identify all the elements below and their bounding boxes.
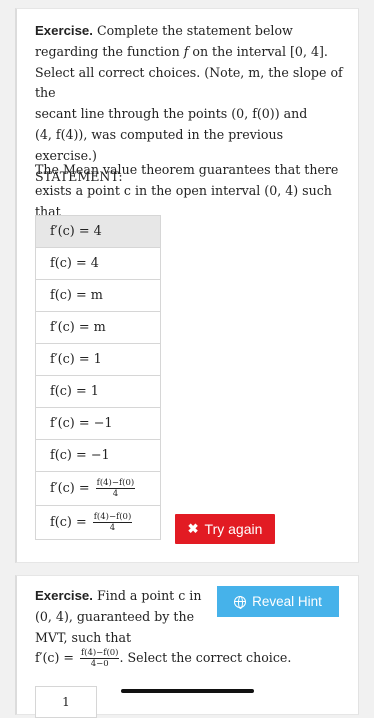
exercise-line: Find a point c in xyxy=(92,588,202,603)
reveal-hint-label: Reveal Hint xyxy=(252,594,322,609)
fraction-numerator: f(4)−f(0) xyxy=(95,477,136,489)
exercise-line: on the interval [0, 4]. xyxy=(188,43,328,59)
choice-lhs: f′(c) = xyxy=(50,481,90,496)
choice-option[interactable]: f′(c) = m xyxy=(35,312,161,344)
exercise-line: (0, 4), guaranteed by the xyxy=(35,608,195,624)
try-again-label: Try again xyxy=(204,521,263,537)
statement-line: The Mean value theorem guarantees that t… xyxy=(35,162,339,177)
statement-line: exists a point c in the open interval (0… xyxy=(35,182,332,219)
choice-list: f′(c) = 4 f(c) = 4 f(c) = m f′(c) = m f′… xyxy=(35,215,161,540)
fraction: f(4)−f(0) 4−0 xyxy=(79,647,120,670)
derivative-lhs: f′(c) = xyxy=(35,650,74,666)
home-indicator[interactable] xyxy=(121,689,254,693)
exercise-line: Select all correct choices. (Note, m, th… xyxy=(35,64,343,101)
fraction-denominator: 4 xyxy=(112,489,119,499)
choice-option-fraction[interactable]: f(c) = f(4)−f(0) 4 xyxy=(35,506,161,540)
fraction-denominator: 4−0 xyxy=(90,659,109,670)
choice-option[interactable]: f(c) = 1 xyxy=(35,376,161,408)
x-icon: ✖ xyxy=(187,521,199,536)
fraction-numerator: f(4)−f(0) xyxy=(79,647,120,660)
choice-lhs: f(c) = xyxy=(50,515,87,530)
exercise-line: (4, f(4)), was computed in the previous … xyxy=(35,126,284,163)
exercise-card-2: Exercise. Find a point c in (0, 4), guar… xyxy=(15,575,359,718)
exercise-label: Exercise. xyxy=(35,588,93,603)
choice-option[interactable]: f(c) = m xyxy=(35,280,161,312)
exercise-line: Complete the statement below xyxy=(92,23,293,38)
statement-text: The Mean value theorem guarantees that t… xyxy=(35,160,345,222)
choice-option[interactable]: f′(c) = −1 xyxy=(35,408,161,440)
fraction-numerator: f(4)−f(0) xyxy=(92,511,133,523)
answer-choice-partial[interactable]: 1 xyxy=(35,686,97,718)
reveal-hint-button[interactable]: Reveal Hint xyxy=(217,586,339,617)
choice-option[interactable]: f′(c) = 4 xyxy=(35,216,161,248)
exercise-line: . Select the correct choice. xyxy=(119,650,292,666)
exercise-line: regarding the function xyxy=(35,43,184,59)
exercise-line: secant line through the points (0, f(0))… xyxy=(35,106,308,122)
choice-option-fraction[interactable]: f′(c) = f(4)−f(0) 4 xyxy=(35,472,161,506)
exercise-label: Exercise. xyxy=(35,23,93,38)
fraction: f(4)−f(0) 4 xyxy=(92,511,133,533)
fraction: f(4)−f(0) 4 xyxy=(95,477,136,499)
exercise-card: Exercise. Complete the statement below r… xyxy=(15,8,359,563)
try-again-button[interactable]: ✖ Try again xyxy=(175,514,275,544)
choice-option[interactable]: f(c) = 4 xyxy=(35,248,161,280)
exercise-line: MVT, such that xyxy=(35,629,132,645)
globe-icon xyxy=(234,595,247,609)
fraction-denominator: 4 xyxy=(109,523,116,533)
choice-option[interactable]: f′(c) = 1 xyxy=(35,344,161,376)
choice-option[interactable]: f(c) = −1 xyxy=(35,440,161,472)
